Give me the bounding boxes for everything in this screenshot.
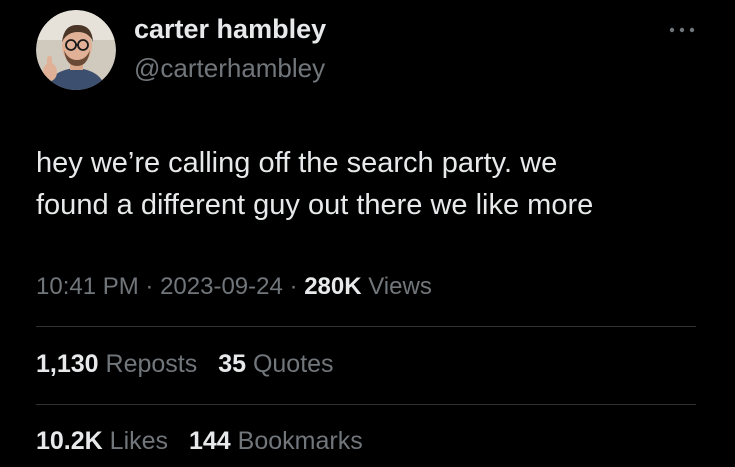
- tweet-date[interactable]: 2023-09-24: [160, 273, 283, 300]
- quotes-stat[interactable]: 35 Quotes: [218, 350, 333, 378]
- tweet-meta: 10:41 PM · 2023-09-24 · 280K Views: [36, 273, 432, 301]
- more-horizontal-icon: [669, 27, 695, 33]
- quotes-label: Quotes: [252, 350, 334, 378]
- tweet-text-line: found a different guy out there we like …: [36, 189, 594, 221]
- reposts-stat[interactable]: 1,130 Reposts: [36, 350, 204, 378]
- more-options-button[interactable]: [668, 22, 696, 33]
- avatar[interactable]: [36, 10, 116, 90]
- quotes-count: 35: [218, 350, 246, 378]
- meta-separator: ·: [289, 273, 298, 300]
- tweet: carter hambley @carterhambley hey we’re …: [0, 0, 735, 467]
- meta-separator: ·: [145, 273, 154, 300]
- likes-label: Likes: [109, 427, 169, 455]
- reposts-count: 1,130: [36, 350, 99, 378]
- tweet-text-line: hey we’re calling off the search party. …: [36, 147, 558, 179]
- views-count: 280K: [304, 273, 362, 300]
- views-label: Views: [368, 273, 432, 300]
- bookmarks-label: Bookmarks: [237, 427, 363, 455]
- engagement-row: 10.2K Likes 144 Bookmarks: [36, 427, 377, 456]
- avatar-image: [36, 10, 116, 90]
- tweet-time[interactable]: 10:41 PM: [36, 273, 139, 300]
- divider: [36, 326, 696, 327]
- engagement-row: 1,130 Reposts 35 Quotes: [36, 350, 348, 379]
- bookmarks-stat[interactable]: 144 Bookmarks: [189, 427, 363, 455]
- tweet-text: hey we’re calling off the search party. …: [36, 142, 696, 226]
- likes-stat[interactable]: 10.2K Likes: [36, 427, 175, 455]
- divider: [36, 404, 696, 405]
- reposts-label: Reposts: [105, 350, 198, 378]
- display-name[interactable]: carter hambley: [134, 14, 326, 45]
- likes-count: 10.2K: [36, 427, 103, 455]
- bookmarks-count: 144: [189, 427, 231, 455]
- user-handle[interactable]: @carterhambley: [134, 53, 325, 84]
